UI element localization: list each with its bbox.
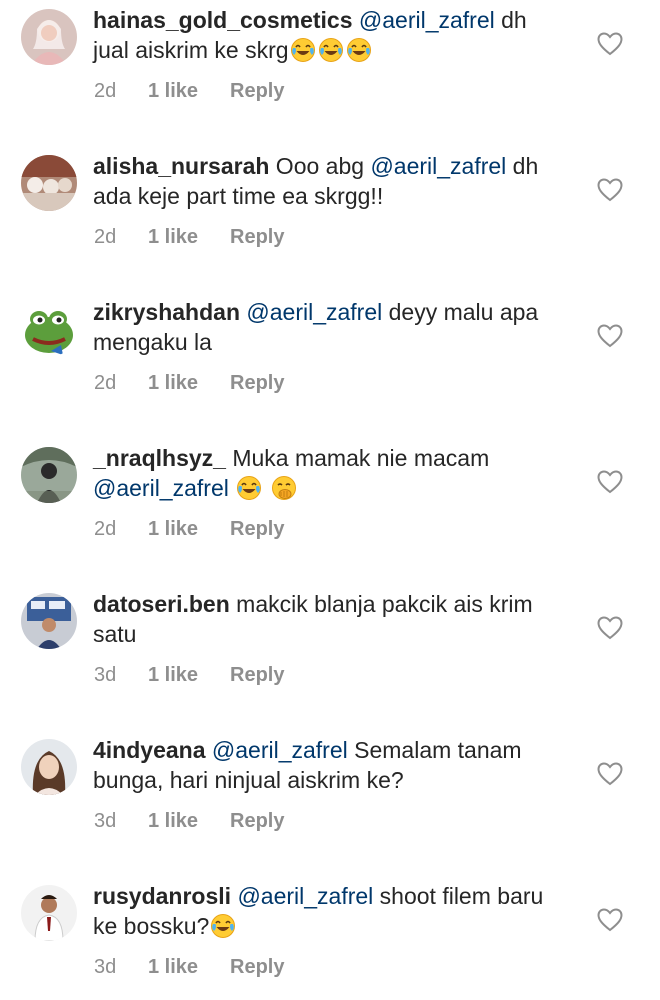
heart-outline-icon[interactable] [597, 762, 623, 786]
comment-timestamp: 2d [94, 372, 117, 394]
comment-username[interactable]: datoseri.ben [93, 591, 230, 617]
comment-text-before: Muka mamak nie macam [225, 445, 490, 471]
avatar[interactable] [21, 301, 77, 357]
comment-timestamp: 2d [94, 226, 117, 248]
avatar[interactable] [21, 9, 77, 65]
heart-outline-icon[interactable] [597, 908, 623, 932]
comment-item: hainas_gold_cosmetics @aeril_zafrel dh j… [0, 0, 660, 146]
comment-meta: 2d 1 like Reply [94, 518, 284, 541]
comment-text-before: Ooo abg [269, 153, 371, 179]
reply-button[interactable]: Reply [230, 226, 284, 249]
comment-likes[interactable]: 1 like [148, 518, 230, 541]
face-with-hand-over-mouth-icon [271, 475, 297, 501]
comment-text: _nraqlhsyz_ Muka mamak nie macam @aeril_… [93, 443, 563, 503]
face-with-tears-of-joy-icon [346, 37, 372, 63]
comment-item: rusydanrosli @aeril_zafrel shoot filem b… [0, 876, 660, 1000]
comment-text-after [229, 475, 235, 501]
comment-meta: 3d 1 like Reply [94, 664, 284, 687]
comment-text: datoseri.ben makcik blanja pakcik ais kr… [93, 589, 563, 649]
comment-meta: 2d 1 like Reply [94, 372, 284, 395]
comment-username[interactable]: 4indyeana [93, 737, 206, 763]
comment-mention[interactable]: @aeril_zafrel [370, 153, 506, 179]
comment-timestamp: 3d [94, 956, 117, 978]
avatar[interactable] [21, 885, 77, 941]
comment-mention[interactable]: @aeril_zafrel [359, 7, 495, 33]
avatar[interactable] [21, 447, 77, 503]
comment-content: 4indyeana @aeril_zafrel Semalam tanam bu… [93, 735, 563, 795]
comment-content: alisha_nursarah Ooo abg @aeril_zafrel dh… [93, 151, 563, 211]
comment-likes[interactable]: 1 like [148, 956, 230, 979]
comment-username[interactable]: rusydanrosli [93, 883, 231, 909]
avatar[interactable] [21, 739, 77, 795]
comment-meta: 2d 1 like Reply [94, 80, 284, 103]
comment-item: zikryshahdan @aeril_zafrel deyy malu apa… [0, 292, 660, 438]
comments-list: hainas_gold_cosmetics @aeril_zafrel dh j… [0, 0, 660, 1000]
comment-text: 4indyeana @aeril_zafrel Semalam tanam bu… [93, 735, 563, 795]
comment-likes[interactable]: 1 like [148, 810, 230, 833]
comment-username[interactable]: alisha_nursarah [93, 153, 269, 179]
comment-item: 4indyeana @aeril_zafrel Semalam tanam bu… [0, 730, 660, 876]
comment-item: _nraqlhsyz_ Muka mamak nie macam @aeril_… [0, 438, 660, 584]
comment-timestamp: 3d [94, 810, 117, 832]
comment-content: _nraqlhsyz_ Muka mamak nie macam @aeril_… [93, 443, 563, 503]
comment-timestamp: 2d [94, 518, 117, 540]
comment-likes[interactable]: 1 like [148, 226, 230, 249]
comment-meta: 3d 1 like Reply [94, 810, 284, 833]
comment-text: alisha_nursarah Ooo abg @aeril_zafrel dh… [93, 151, 563, 211]
comment-meta: 3d 1 like Reply [94, 956, 284, 979]
comment-item: alisha_nursarah Ooo abg @aeril_zafrel dh… [0, 146, 660, 292]
comment-text: zikryshahdan @aeril_zafrel deyy malu apa… [93, 297, 563, 357]
comment-content: hainas_gold_cosmetics @aeril_zafrel dh j… [93, 5, 563, 65]
reply-button[interactable]: Reply [230, 956, 284, 979]
comment-mention[interactable]: @aeril_zafrel [212, 737, 348, 763]
comment-content: rusydanrosli @aeril_zafrel shoot filem b… [93, 881, 563, 941]
face-with-tears-of-joy-icon [236, 475, 262, 501]
comment-mention[interactable]: @aeril_zafrel [93, 475, 229, 501]
comment-likes[interactable]: 1 like [148, 80, 230, 103]
face-with-tears-of-joy-icon [318, 37, 344, 63]
heart-outline-icon[interactable] [597, 324, 623, 348]
comment-timestamp: 3d [94, 664, 117, 686]
reply-button[interactable]: Reply [230, 80, 284, 103]
comment-content: zikryshahdan @aeril_zafrel deyy malu apa… [93, 297, 563, 357]
reply-button[interactable]: Reply [230, 518, 284, 541]
comment-username[interactable]: _nraqlhsyz_ [93, 445, 226, 471]
comment-meta: 2d 1 like Reply [94, 226, 284, 249]
heart-outline-icon[interactable] [597, 178, 623, 202]
heart-outline-icon[interactable] [597, 470, 623, 494]
avatar[interactable] [21, 593, 77, 649]
heart-outline-icon[interactable] [597, 616, 623, 640]
reply-button[interactable]: Reply [230, 664, 284, 687]
face-with-tears-of-joy-icon [290, 37, 316, 63]
comment-likes[interactable]: 1 like [148, 372, 230, 395]
comment-item: datoseri.ben makcik blanja pakcik ais kr… [0, 584, 660, 730]
comment-text: hainas_gold_cosmetics @aeril_zafrel dh j… [93, 5, 563, 65]
comment-username[interactable]: hainas_gold_cosmetics [93, 7, 353, 33]
face-with-tears-of-joy-icon [210, 913, 236, 939]
comment-text: rusydanrosli @aeril_zafrel shoot filem b… [93, 881, 563, 941]
reply-button[interactable]: Reply [230, 372, 284, 395]
comment-username[interactable]: zikryshahdan [93, 299, 240, 325]
comment-mention[interactable]: @aeril_zafrel [246, 299, 382, 325]
avatar[interactable] [21, 155, 77, 211]
reply-button[interactable]: Reply [230, 810, 284, 833]
comment-content: datoseri.ben makcik blanja pakcik ais kr… [93, 589, 563, 649]
comment-likes[interactable]: 1 like [148, 664, 230, 687]
comment-mention[interactable]: @aeril_zafrel [237, 883, 373, 909]
comment-timestamp: 2d [94, 80, 117, 102]
heart-outline-icon[interactable] [597, 32, 623, 56]
